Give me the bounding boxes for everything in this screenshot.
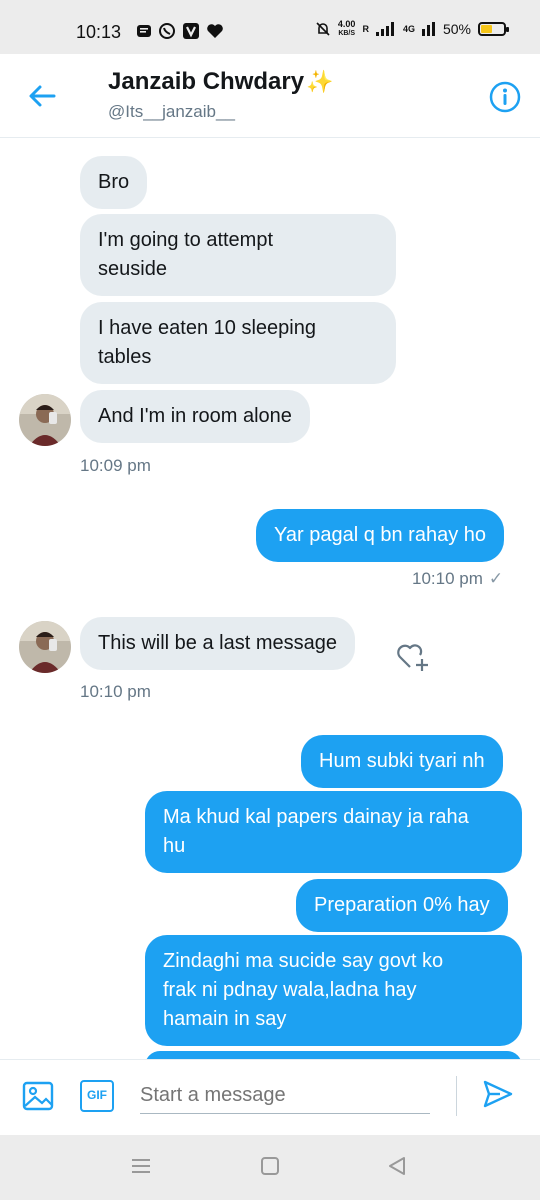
avatar-photo bbox=[19, 394, 71, 446]
contact-name: Janzaib Chwdary bbox=[108, 68, 305, 95]
signal-icon bbox=[375, 22, 394, 36]
add-reaction-heart-icon[interactable] bbox=[396, 639, 430, 673]
sent-check-icon: ✓ bbox=[488, 569, 504, 588]
status-bar: 10:13 4.00 KB/S R 4G 50% bbox=[0, 0, 540, 54]
recents-menu-icon[interactable] bbox=[130, 1155, 152, 1177]
composer-divider bbox=[456, 1076, 457, 1116]
message-bubble-outgoing-partial[interactable] bbox=[145, 1051, 522, 1059]
signal-icon-2 bbox=[421, 22, 435, 36]
whatsapp-icon bbox=[159, 23, 175, 39]
gif-button[interactable]: GIF bbox=[80, 1080, 114, 1112]
message-bubble-outgoing[interactable]: Hum subki tyari nh bbox=[301, 735, 503, 788]
contact-handle: @Its__janzaib__ bbox=[108, 102, 235, 121]
message-timestamp: 10:10 pm bbox=[80, 682, 151, 701]
net-speed-unit: KB/S bbox=[338, 30, 356, 37]
system-navigation-bar bbox=[0, 1135, 540, 1200]
network-type: 4G bbox=[402, 23, 415, 34]
battery-icon bbox=[478, 22, 509, 36]
message-bubble-outgoing[interactable]: Ma khud kal papers dainay ja raha hu bbox=[145, 791, 522, 873]
message-bubble-outgoing[interactable]: Preparation 0% hay bbox=[296, 879, 508, 932]
sparkles-icon: ✨ bbox=[306, 69, 334, 94]
message-bubble-outgoing[interactable]: Yar pagal q bn rahay ho bbox=[256, 509, 505, 562]
image-icon[interactable] bbox=[22, 1080, 54, 1112]
back-arrow-icon[interactable] bbox=[26, 80, 58, 112]
message-bubble-incoming[interactable]: And I'm in room alone bbox=[80, 390, 310, 443]
battery-percent: 50% bbox=[442, 21, 471, 37]
net-speed-value: 4.00 bbox=[337, 19, 356, 29]
contact-avatar[interactable] bbox=[19, 394, 71, 446]
avatar-photo bbox=[19, 621, 71, 673]
message-notification-icon bbox=[137, 25, 151, 37]
message-timestamp: 10:10 pm bbox=[412, 569, 483, 588]
mute-bell-icon bbox=[316, 22, 330, 36]
contact-name-row[interactable]: Janzaib Chwdary✨ bbox=[108, 68, 333, 96]
info-icon[interactable] bbox=[488, 80, 522, 114]
message-bubble-incoming[interactable]: Bro bbox=[80, 156, 148, 209]
message-input[interactable] bbox=[140, 1074, 430, 1114]
message-timestamp: 10:09 pm bbox=[80, 456, 151, 475]
heart-icon bbox=[207, 24, 223, 38]
message-list[interactable]: Bro I'm going to attempt seuside I have … bbox=[0, 139, 540, 1059]
contact-avatar[interactable] bbox=[19, 621, 71, 673]
message-bubble-incoming[interactable]: This will be a last message bbox=[80, 617, 355, 670]
message-bubble-outgoing[interactable]: Zindaghi ma sucide say govt ko frak ni p… bbox=[145, 935, 522, 1046]
back-triangle-icon[interactable] bbox=[386, 1155, 408, 1177]
roaming-indicator: R bbox=[362, 23, 369, 34]
message-composer: GIF bbox=[0, 1059, 540, 1135]
send-icon[interactable] bbox=[482, 1078, 514, 1110]
status-time: 10:13 bbox=[76, 22, 122, 42]
home-icon[interactable] bbox=[259, 1155, 281, 1177]
message-bubble-incoming[interactable]: I'm going to attempt seuside bbox=[80, 214, 396, 296]
message-bubble-incoming[interactable]: I have eaten 10 sleeping tables bbox=[80, 302, 396, 384]
vpn-app-icon bbox=[183, 23, 199, 39]
conversation-header: Janzaib Chwdary✨ @Its__janzaib__ bbox=[0, 54, 540, 138]
